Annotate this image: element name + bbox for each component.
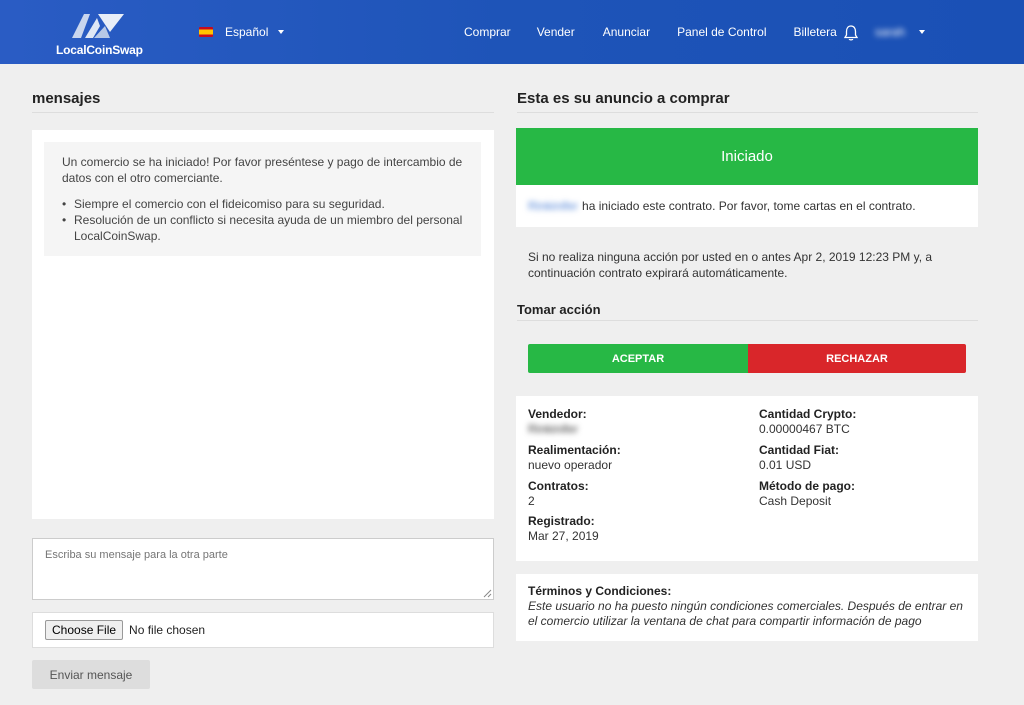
chat-panel: Un comercio se ha iniciado! Por favor pr…: [32, 130, 494, 519]
expiry-notice: Si no realiza ninguna acción por usted e…: [528, 250, 933, 280]
main-nav: Comprar Vender Anunciar Panel de Control…: [464, 25, 837, 39]
contracts-field: Contratos: 2: [528, 479, 589, 509]
seller-label: Vendedor:: [528, 407, 587, 421]
nav-vender[interactable]: Vender: [537, 25, 575, 39]
user-menu[interactable]: sarah: [875, 25, 926, 39]
notice-item: Resolución de un conflicto si necesita a…: [62, 212, 463, 244]
resize-handle-icon[interactable]: [482, 588, 492, 598]
trade-details: Vendedor: Rinkinifer Realimentación: nue…: [516, 396, 978, 561]
nav-billetera[interactable]: Billetera: [794, 25, 837, 39]
registered-value: Mar 27, 2019: [528, 529, 599, 543]
crypto-amount-label: Cantidad Crypto:: [759, 407, 857, 421]
crypto-amount-field: Cantidad Crypto: 0.00000467 BTC: [759, 407, 856, 437]
contracts-value: 2: [528, 494, 535, 508]
crypto-amount-value: 0.00000467 BTC: [759, 422, 850, 436]
status-banner: Iniciado: [516, 128, 978, 185]
terms-box: Términos y Condiciones: Este usuario no …: [516, 574, 978, 641]
send-message-button[interactable]: Enviar mensaje: [32, 660, 150, 689]
chevron-down-icon: [919, 30, 926, 34]
divider: [32, 112, 494, 113]
file-upload: Choose File No file chosen: [32, 612, 494, 648]
ad-heading: Esta es su anuncio a comprar: [517, 90, 730, 107]
feedback-label: Realimentación:: [528, 443, 621, 457]
registered-label: Registrado:: [528, 514, 595, 528]
file-status: No file chosen: [129, 623, 206, 637]
registered-field: Registrado: Mar 27, 2019: [528, 514, 599, 544]
nav-anunciar[interactable]: Anunciar: [603, 25, 650, 39]
contracts-label: Contratos:: [528, 479, 589, 493]
fiat-amount-field: Cantidad Fiat: 0.01 USD: [759, 443, 839, 473]
divider: [517, 112, 978, 113]
spain-flag-icon: [199, 27, 213, 37]
fiat-amount-label: Cantidad Fiat:: [759, 443, 839, 457]
notice-intro: Un comercio se ha iniciado! Por favor pr…: [62, 155, 463, 185]
action-heading: Tomar acción: [517, 302, 601, 317]
language-selector[interactable]: Español: [199, 25, 285, 39]
reject-button[interactable]: RECHAZAR: [748, 344, 966, 373]
feedback-field: Realimentación: nuevo operador: [528, 443, 621, 473]
username: sarah: [875, 25, 906, 39]
feedback-value: nuevo operador: [528, 458, 613, 472]
terms-text: Este usuario no ha puesto ningún condici…: [528, 599, 963, 628]
messages-heading: mensajes: [32, 90, 101, 107]
terms-label: Términos y Condiciones:: [528, 584, 672, 598]
started-text: ha iniciado este contrato. Por favor, to…: [582, 199, 916, 213]
notice-list: Siempre el comercio con el fideicomiso p…: [62, 196, 463, 244]
nav-comprar[interactable]: Comprar: [464, 25, 511, 39]
top-header: LocalCoinSwap Español Comprar Vender Anu…: [0, 0, 1024, 64]
seller-value[interactable]: Rinkinifer: [528, 422, 587, 437]
message-input[interactable]: [32, 538, 494, 600]
trader-link[interactable]: Rinkinifer: [528, 199, 578, 213]
notice-item: Siempre el comercio con el fideicomiso p…: [62, 196, 463, 212]
logo[interactable]: LocalCoinSwap: [56, 12, 146, 58]
divider: [517, 320, 978, 321]
nav-panel-de-control[interactable]: Panel de Control: [677, 25, 766, 39]
chevron-down-icon: [278, 30, 285, 34]
accept-button[interactable]: ACEPTAR: [528, 344, 748, 373]
payment-method-value: Cash Deposit: [759, 494, 832, 508]
logo-icon: [72, 14, 124, 38]
language-label: Español: [225, 25, 269, 39]
bell-icon[interactable]: [843, 24, 859, 42]
fiat-amount-value: 0.01 USD: [759, 458, 812, 472]
trade-notice: Un comercio se ha iniciado! Por favor pr…: [44, 142, 481, 256]
started-message: Rinkinifer ha iniciado este contrato. Po…: [516, 185, 978, 227]
payment-method-label: Método de pago:: [759, 479, 855, 493]
payment-method-field: Método de pago: Cash Deposit: [759, 479, 855, 509]
brand-name: LocalCoinSwap: [56, 43, 143, 57]
seller-field: Vendedor: Rinkinifer: [528, 407, 587, 437]
choose-file-button[interactable]: Choose File: [45, 620, 124, 640]
